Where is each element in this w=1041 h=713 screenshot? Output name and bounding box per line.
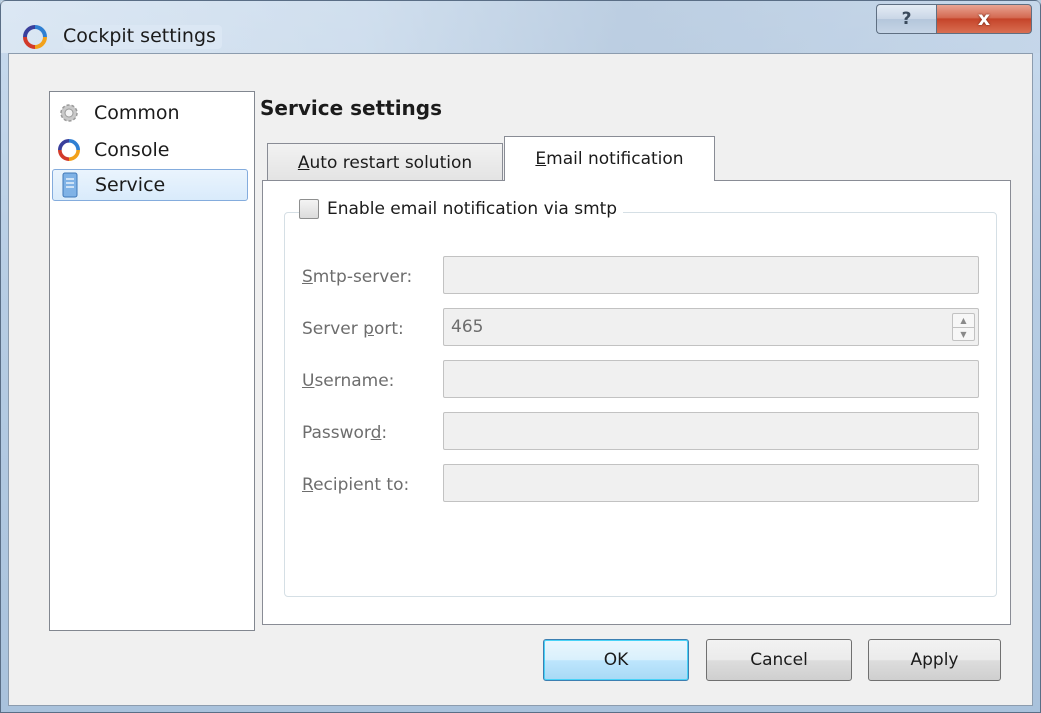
cockpit-logo-icon: [58, 139, 80, 161]
spin-down-icon[interactable]: ▼: [953, 327, 974, 340]
smtp-server-label: Smtp-server:: [302, 267, 413, 287]
recipient-label: Recipient to:: [302, 475, 410, 495]
window-title: Cockpit settings: [63, 25, 222, 49]
smtp-server-input[interactable]: [443, 256, 979, 294]
smtp-settings-group: Enable email notification via smtp Smtp-…: [284, 199, 997, 597]
nav-item-label: Console: [94, 139, 170, 161]
close-button[interactable]: x: [936, 4, 1032, 34]
tab-label: Email notification: [535, 149, 684, 169]
password-label: Password:: [302, 423, 388, 443]
cancel-button[interactable]: Cancel: [706, 639, 852, 681]
enable-smtp-checkbox-row[interactable]: Enable email notification via smtp: [299, 199, 624, 219]
tab-label: Auto restart solution: [297, 152, 473, 173]
username-input[interactable]: [443, 360, 979, 398]
recipient-input[interactable]: [443, 464, 979, 502]
server-icon: [59, 172, 81, 198]
nav-item-console[interactable]: Console: [52, 134, 248, 166]
server-port-label: Server port:: [302, 319, 404, 339]
password-input[interactable]: [443, 412, 979, 450]
page-title: Service settings: [260, 96, 443, 120]
dialog-client-area: Common Console Service Service settings …: [8, 53, 1033, 706]
enable-smtp-checkbox[interactable]: [299, 199, 319, 219]
settings-category-list[interactable]: Common Console Service: [49, 91, 255, 631]
cockpit-logo-icon: [23, 25, 47, 49]
settings-window: Cockpit settings ? x Common Console Serv…: [0, 0, 1041, 713]
caption-buttons: ? x: [876, 4, 1032, 34]
ok-button[interactable]: OK: [543, 639, 689, 681]
nav-item-service[interactable]: Service: [52, 169, 248, 201]
nav-item-common[interactable]: Common: [52, 97, 248, 129]
tab-email-notification[interactable]: Email notification: [504, 136, 715, 181]
nav-item-label: Service: [95, 174, 166, 196]
server-port-value: 465: [451, 317, 484, 337]
email-notification-panel: Enable email notification via smtp Smtp-…: [262, 180, 1011, 625]
port-spin-buttons[interactable]: ▲ ▼: [952, 313, 975, 341]
apply-button[interactable]: Apply: [868, 639, 1001, 681]
gear-icon: [58, 102, 80, 124]
username-label: Username:: [302, 371, 395, 391]
title-bar[interactable]: Cockpit settings ? x: [1, 1, 1040, 53]
spin-up-icon[interactable]: ▲: [953, 314, 974, 327]
tab-auto-restart-solution[interactable]: Auto restart solution: [267, 143, 503, 181]
help-button[interactable]: ?: [876, 4, 936, 34]
nav-item-label: Common: [94, 102, 180, 124]
enable-smtp-label: Enable email notification via smtp: [327, 199, 618, 219]
server-port-spinbox[interactable]: 465 ▲ ▼: [443, 308, 979, 346]
